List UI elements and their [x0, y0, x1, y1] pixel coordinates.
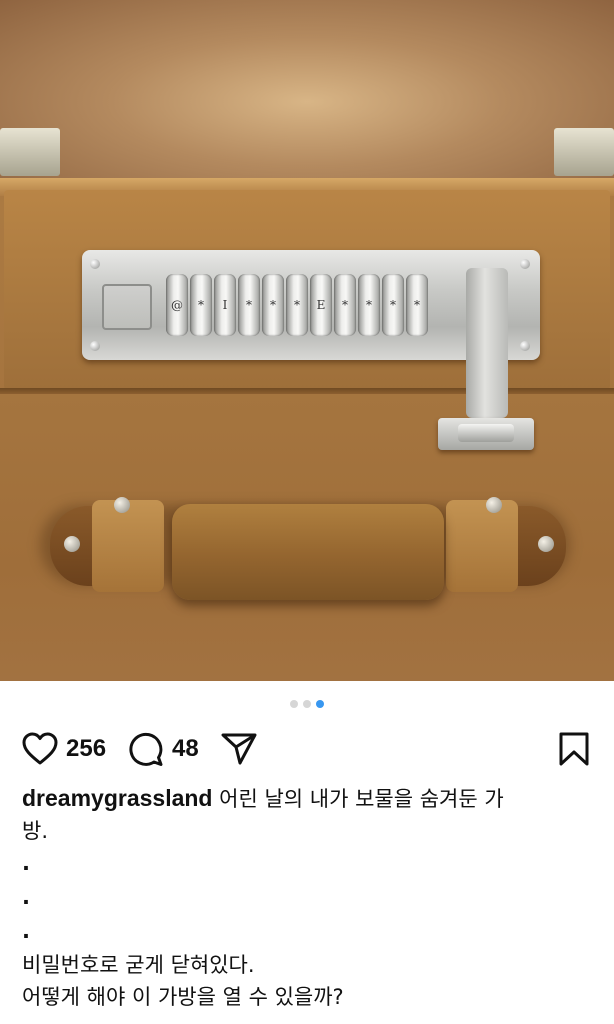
caption-text: 어떻게 해야 이 가방을 열 수 있을까?: [22, 985, 344, 1009]
handle-bracket-right: [446, 500, 518, 592]
carousel-dot[interactable]: [303, 700, 311, 708]
lock-wheel: *: [238, 274, 260, 336]
screw: [520, 259, 530, 269]
post-caption: dreamygrassland 어린 날의 내가 보물을 숨겨둔 가 방. . …: [22, 782, 596, 1013]
paper-plane-icon[interactable]: [221, 732, 257, 766]
lock-wheel: *: [334, 274, 356, 336]
lock-wheel: @: [166, 274, 188, 336]
caption-text: 방.: [22, 819, 48, 843]
bookmark-icon[interactable]: [558, 731, 590, 767]
lock-wheel: *: [286, 274, 308, 336]
lock-wheel: *: [358, 274, 380, 336]
comment-count[interactable]: 48: [172, 735, 199, 763]
caption-dot: .: [22, 919, 30, 943]
caption-text: 비밀번호로 굳게 닫혀있다.: [22, 953, 255, 977]
rivet: [538, 536, 554, 552]
background-blur: [0, 0, 614, 185]
lock-wheel: *: [406, 274, 428, 336]
save-button[interactable]: [558, 731, 590, 771]
lock-button: [102, 284, 152, 330]
screw: [520, 341, 530, 351]
carousel-indicator: [0, 700, 614, 708]
caption-dot: .: [22, 851, 30, 875]
caption-text: 어린 날의 내가 보물을 숨겨둔 가: [212, 787, 504, 811]
lock-wheel: *: [190, 274, 212, 336]
latch-pin: [458, 424, 514, 442]
case-corner-left: [0, 128, 60, 176]
action-bar: 256 48: [22, 730, 257, 768]
caption-dot: .: [22, 885, 30, 909]
rivet: [114, 497, 130, 513]
screw: [90, 341, 100, 351]
share-button[interactable]: [221, 732, 257, 766]
like-button[interactable]: 256: [22, 732, 128, 766]
lock-wheel: *: [262, 274, 284, 336]
lock-wheel: E: [310, 274, 332, 336]
rivet: [486, 497, 502, 513]
suitcase-handle: [172, 504, 444, 600]
like-count[interactable]: 256: [66, 735, 106, 763]
post-image[interactable]: @ * I * * * E * * * *: [0, 0, 614, 681]
case-corner-right: [554, 128, 614, 176]
rivet: [64, 536, 80, 552]
carousel-dot-active[interactable]: [316, 700, 324, 708]
comment-icon[interactable]: [128, 731, 164, 767]
lock-wheel: *: [382, 274, 404, 336]
username[interactable]: dreamygrassland: [22, 785, 212, 811]
comment-button[interactable]: 48: [128, 731, 221, 767]
carousel-dot[interactable]: [290, 700, 298, 708]
latch-arm: [466, 268, 508, 418]
caption-first-line: dreamygrassland 어린 날의 내가 보물을 숨겨둔 가: [22, 782, 596, 815]
handle-bracket-left: [92, 500, 164, 592]
screw: [90, 259, 100, 269]
combination-wheels: @ * I * * * E * * * *: [166, 274, 428, 336]
lock-wheel: I: [214, 274, 236, 336]
heart-icon[interactable]: [22, 732, 58, 766]
